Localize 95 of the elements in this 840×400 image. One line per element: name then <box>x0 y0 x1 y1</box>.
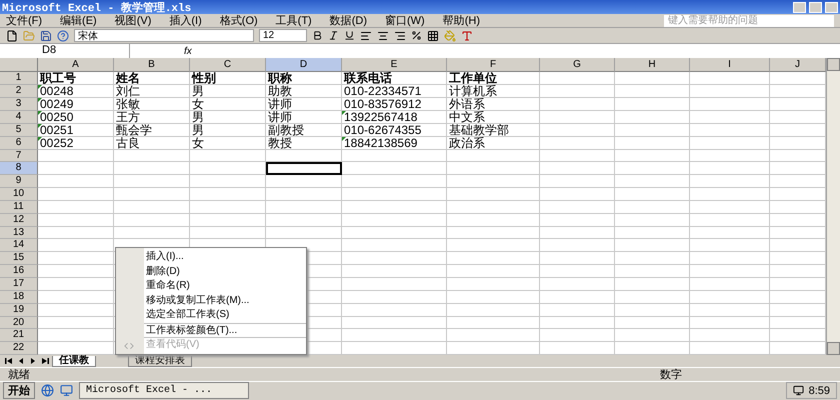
row-header[interactable]: 13 <box>0 226 38 240</box>
status-text: 就绪 <box>8 368 30 382</box>
table-cell: 职称 <box>266 72 342 86</box>
table-cell: 18842138569 <box>342 136 447 150</box>
table-cell: 010-62674355 <box>342 124 447 137</box>
table-cell: 教授 <box>266 136 342 150</box>
status-mode: 数字 <box>660 368 682 382</box>
table-cell: 010-22334571 <box>342 85 447 98</box>
row-header[interactable]: 4 <box>0 111 38 124</box>
menu-item[interactable]: 数据(D) <box>330 13 367 28</box>
context-menu-item[interactable]: 选定全部工作表(S) <box>116 308 306 322</box>
row-header[interactable]: 19 <box>0 304 38 316</box>
taskbar-button[interactable]: Microsoft Excel - ... <box>79 382 249 400</box>
table-cell: 助教 <box>266 85 342 98</box>
font-name-field[interactable]: 宋体 <box>74 29 254 42</box>
row-header[interactable]: 12 <box>0 214 38 227</box>
table-cell: 外语系 <box>447 98 540 111</box>
table-cell: 男 <box>190 85 266 98</box>
column-header[interactable]: B <box>114 58 190 72</box>
column-header[interactable]: G <box>540 58 615 72</box>
table-cell: 刘仁 <box>114 85 190 98</box>
table-cell: 女 <box>190 98 266 111</box>
menu-item[interactable]: 文件(F) <box>6 13 42 28</box>
row-header[interactable]: 18 <box>0 290 38 304</box>
table-cell: 讲师 <box>266 111 342 124</box>
row-header[interactable]: 1 <box>0 72 38 86</box>
row-header[interactable]: 21 <box>0 329 38 342</box>
column-header[interactable]: I <box>690 58 770 72</box>
table-cell: 职工号 <box>38 72 114 86</box>
row-header[interactable]: 22 <box>0 342 38 356</box>
table-cell: 工作单位 <box>447 72 540 86</box>
table-cell: 00252 <box>38 136 114 150</box>
table-cell: 政治系 <box>447 136 540 150</box>
row-header[interactable]: 8 <box>0 162 38 176</box>
row-header[interactable]: 20 <box>0 316 38 330</box>
table-cell: 男 <box>190 111 266 124</box>
row-header[interactable]: 2 <box>0 85 38 98</box>
row-header[interactable]: 15 <box>0 252 38 266</box>
column-header[interactable]: H <box>615 58 690 72</box>
table-cell: 计算机系 <box>447 85 540 98</box>
context-menu-item[interactable]: 插入(I)... <box>116 250 306 264</box>
window-title: Microsoft Excel - 教学管理.xls <box>2 0 192 14</box>
table-cell: 00250 <box>38 111 114 124</box>
menu-item[interactable]: 格式(O) <box>220 13 258 28</box>
table-cell: 女 <box>190 136 266 150</box>
row-header[interactable]: 11 <box>0 200 38 214</box>
table-cell: 联系电话 <box>342 72 447 86</box>
table-cell: 甄会学 <box>114 124 190 137</box>
table-cell: 基础教学部 <box>447 124 540 137</box>
row-header[interactable]: 16 <box>0 265 38 278</box>
table-cell: 姓名 <box>114 72 190 86</box>
row-header[interactable]: 9 <box>0 175 38 188</box>
fx-label[interactable]: fx <box>184 46 192 57</box>
table-cell: 张敏 <box>114 98 190 111</box>
table-cell: 副教授 <box>266 124 342 137</box>
table-cell: 性别 <box>190 72 266 86</box>
row-header[interactable]: 10 <box>0 188 38 201</box>
sheet-tab[interactable]: 任课教 <box>52 356 96 367</box>
table-cell: 00249 <box>38 98 114 111</box>
menu-item[interactable]: 帮助(H) <box>442 13 480 28</box>
column-header[interactable]: E <box>342 58 447 72</box>
context-menu-item[interactable]: 工作表标签颜色(T)... <box>144 322 306 337</box>
row-header[interactable]: 6 <box>0 136 38 150</box>
table-cell: 010-83576912 <box>342 98 447 111</box>
column-header[interactable]: J <box>770 58 826 72</box>
table-cell: 男 <box>190 124 266 137</box>
context-menu-item[interactable]: 重命名(R) <box>116 279 306 294</box>
sheet-tab[interactable]: 课程安排表 <box>128 356 192 367</box>
column-header[interactable]: A <box>38 58 114 72</box>
clock: 8:59 <box>808 384 830 397</box>
row-header[interactable]: 14 <box>0 239 38 252</box>
table-cell: 00251 <box>38 124 114 137</box>
column-header[interactable]: D <box>266 58 342 72</box>
menu-item[interactable]: 窗口(W) <box>385 13 425 28</box>
help-search-field[interactable]: 键入需要帮助的问题 <box>664 14 834 26</box>
table-cell: 13922567418 <box>342 111 447 124</box>
context-menu-item[interactable]: 删除(D) <box>116 264 306 279</box>
table-cell: 讲师 <box>266 98 342 111</box>
font-size-field[interactable]: 12 <box>259 29 307 42</box>
table-cell: 中文系 <box>447 111 540 124</box>
start-button[interactable]: 开始 <box>3 382 35 400</box>
menu-item[interactable]: 视图(V) <box>114 13 152 28</box>
row-header[interactable]: 3 <box>0 98 38 111</box>
table-cell: 古良 <box>114 136 190 150</box>
table-cell: 王方 <box>114 111 190 124</box>
menu-item[interactable]: 插入(I) <box>169 13 202 28</box>
row-header[interactable]: 17 <box>0 278 38 291</box>
context-menu-item[interactable]: 移动或复制工作表(M)... <box>116 294 306 308</box>
column-header[interactable]: F <box>447 58 540 72</box>
column-header[interactable]: C <box>190 58 266 72</box>
row-header[interactable]: 7 <box>0 150 38 162</box>
table-cell: 00248 <box>38 85 114 98</box>
row-header[interactable]: 5 <box>0 124 38 137</box>
menu-item[interactable]: 编辑(E) <box>60 13 97 28</box>
menu-item[interactable]: 工具(T) <box>276 13 312 28</box>
